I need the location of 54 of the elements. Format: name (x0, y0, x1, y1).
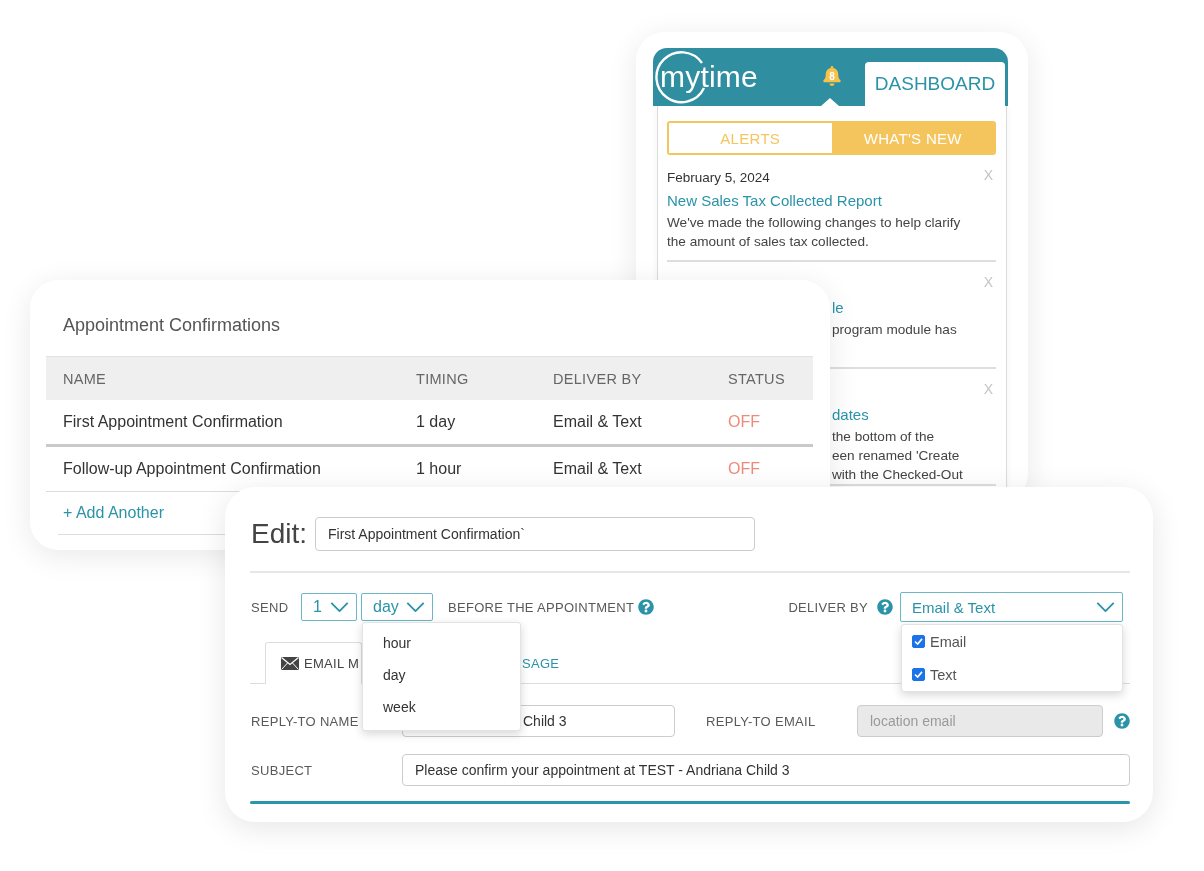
add-another-link[interactable]: + Add Another (63, 503, 164, 523)
status-text: OFF (728, 460, 760, 478)
table-cell: First Appointment Confirmation (63, 413, 283, 431)
dashboard-tab[interactable]: DASHBOARD (865, 62, 1005, 106)
table-cell: 1 day (416, 413, 456, 431)
logo: mytime (655, 50, 758, 104)
chevron-down-icon (1096, 602, 1115, 612)
option-label[interactable]: Text (930, 666, 957, 683)
checkbox[interactable] (912, 635, 925, 648)
chevron-down-icon (330, 602, 349, 612)
option-label[interactable]: Email (930, 633, 967, 650)
deliver-select[interactable]: Email & Text (900, 592, 1123, 622)
bell-icon[interactable] (822, 65, 842, 86)
field-label: REPLY-TO NAME (250, 713, 360, 729)
name-input[interactable]: First Appointment Confirmation` (315, 517, 756, 551)
dropdown-option[interactable]: day (363, 659, 520, 691)
table-cell: 1 hour (416, 460, 462, 478)
help-icon[interactable] (1114, 713, 1130, 729)
news-title-link[interactable]: dates (832, 403, 869, 427)
deliver-label: DELIVER BY (788, 599, 868, 615)
field-label: SUBJECT (250, 762, 314, 778)
column-header: DELIVER BY (553, 370, 642, 387)
section-title: Appointment Confirmations (63, 314, 281, 336)
subject-input[interactable]: Please confirm your appointment at TEST - Andriana Child 3 (402, 754, 1130, 786)
column-header: NAME (63, 370, 107, 387)
dropdown-option[interactable]: hour (363, 627, 520, 659)
news-date: February 5, 2024 (667, 169, 770, 187)
message-tab[interactable]: EMAIL M (265, 642, 362, 684)
help-icon[interactable] (638, 599, 655, 615)
column-header: TIMING (416, 370, 469, 387)
checkbox[interactable] (912, 668, 925, 681)
check-icon (914, 638, 923, 645)
edit-heading: Edit: (251, 517, 308, 551)
help-icon[interactable] (877, 599, 893, 615)
table-cell: Email & Text (553, 460, 642, 478)
table-cell: Email & Text (553, 413, 642, 431)
message-tab[interactable]: SAGE (522, 642, 560, 684)
field-label: REPLY-TO EMAIL (706, 713, 817, 729)
news-text: the bottom of the een renamed 'Create with the Checked-Out (832, 428, 963, 484)
check-icon (914, 671, 923, 678)
envelope-icon (281, 657, 299, 670)
before-label: BEFORE THE APPOINTMENT (448, 599, 635, 615)
notification-count: 8 (828, 70, 836, 82)
news-text: We've made the following changes to help clarify the amount of sales tax collected. (667, 214, 961, 251)
table-cell: Follow-up Appointment Confirmation (63, 460, 321, 478)
column-header: STATUS (728, 370, 785, 387)
send-label: SEND (251, 599, 290, 615)
news-title-link[interactable]: le (832, 296, 844, 320)
count-select[interactable]: 1 (301, 593, 357, 621)
chevron-down-icon (406, 602, 425, 612)
unit-select[interactable]: day (361, 593, 433, 621)
news-text: program module has (832, 321, 957, 339)
news-title-link[interactable]: New Sales Tax Collected Report (667, 189, 882, 213)
status-text: OFF (728, 413, 760, 431)
